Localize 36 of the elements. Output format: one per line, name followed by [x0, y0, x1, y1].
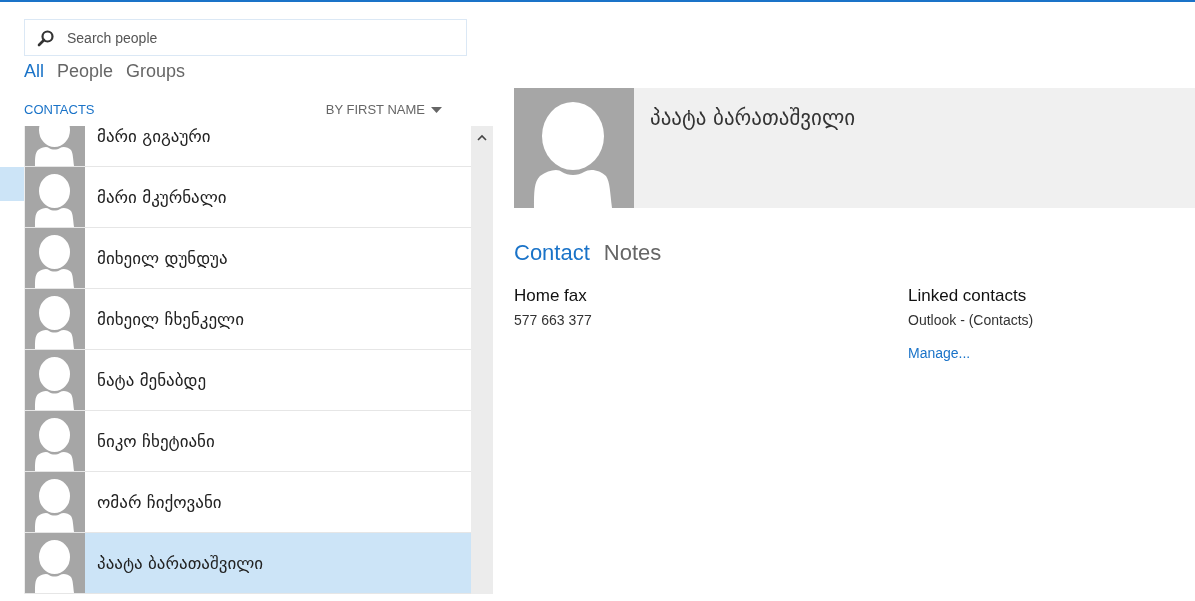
field-label: Linked contacts: [908, 286, 1027, 306]
list-title: CONTACTS: [24, 102, 95, 117]
field-value: Outlook - (Contacts): [908, 312, 1034, 328]
filter-tab[interactable]: People: [57, 61, 114, 82]
contact-name: პაატა ბარათაშვილი: [650, 106, 856, 130]
contact-name: მარი გიგაური: [97, 126, 211, 146]
search-field[interactable]: Search people: [24, 19, 467, 56]
contact-name: პაატა ბარათაშვილი: [97, 553, 264, 573]
contact-name: მიხეილ ჩხენკელი: [97, 309, 244, 329]
contact-name: მარი მკურნალი: [97, 187, 227, 207]
field-value: 577 663 377: [514, 312, 592, 328]
filter-tab[interactable]: All: [24, 61, 44, 82]
sort-dropdown[interactable]: BY FIRST NAME: [325, 102, 442, 117]
scrollbar[interactable]: [471, 126, 493, 594]
avatar-icon: [25, 350, 85, 410]
avatar-icon: [25, 289, 85, 349]
avatar-icon: [25, 472, 85, 532]
caret-icon: [431, 106, 442, 113]
avatar-icon: [25, 533, 85, 593]
contact-name: ნიკო ჩხეტიანი: [97, 431, 215, 451]
selection-marker: [0, 167, 24, 201]
contact-name: მიხეილ დუნდუა: [97, 248, 228, 268]
scroll-up-icon[interactable]: [477, 134, 487, 141]
search-icon: [37, 29, 55, 47]
detail-tab[interactable]: Contact: [514, 240, 590, 266]
detail-tab[interactable]: Notes: [603, 240, 662, 266]
contact-name: ნატა მენაბდე: [97, 370, 207, 390]
filter-tab[interactable]: Groups: [126, 61, 186, 82]
avatar-icon: [25, 228, 85, 288]
field-label: Home fax: [514, 286, 587, 306]
contact-row[interactable]: პაატა ბარათაშვილი: [25, 533, 471, 594]
avatar-icon: [25, 411, 85, 471]
manage-link[interactable]: Manage...: [908, 345, 971, 361]
contact-row[interactable]: მარი გიგაური: [25, 126, 471, 167]
contact-name: ომარ ჩიქოვანი: [97, 492, 222, 512]
avatar-icon: [514, 88, 634, 208]
